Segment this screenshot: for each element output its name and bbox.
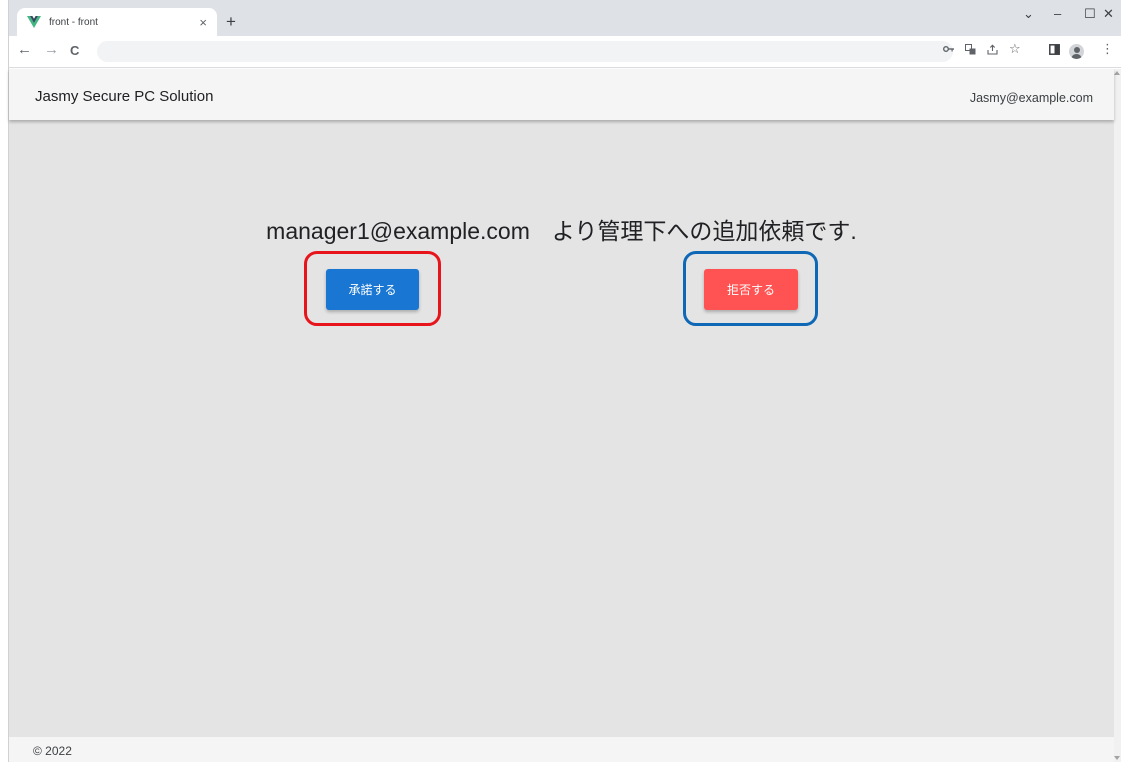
main-content: manager1@example.com より管理下への追加依頼です. 承諾する …	[9, 120, 1114, 737]
back-button[interactable]: ←	[17, 41, 32, 58]
request-text: より管理下への追加依頼です.	[551, 218, 857, 244]
window-frame	[0, 0, 9, 762]
accept-button[interactable]: 承諾する	[326, 269, 419, 310]
forward-button[interactable]: →	[44, 41, 59, 58]
browser-toolbar: ← → C ☆ ⋮	[9, 36, 1121, 68]
scroll-down-arrow-icon[interactable]	[1114, 756, 1120, 760]
browser-tab-strip: front - front × + ⌄ – ☐ ✕	[9, 0, 1121, 36]
scroll-up-arrow-icon[interactable]	[1114, 71, 1120, 75]
profile-icon[interactable]	[1069, 44, 1084, 59]
star-icon[interactable]: ☆	[1009, 41, 1021, 57]
tab-title: front - front	[49, 16, 98, 28]
reject-button[interactable]: 拒否する	[704, 269, 798, 310]
new-tab-button[interactable]: +	[226, 12, 236, 32]
scrollbar[interactable]	[1114, 69, 1121, 762]
request-message: manager1@example.com より管理下への追加依頼です.	[9, 212, 1114, 246]
side-panel-icon[interactable]	[1049, 44, 1060, 58]
copyright-text: © 2022	[33, 744, 72, 758]
minimize-button[interactable]: –	[1054, 6, 1061, 21]
app-header: Jasmy Secure PC Solution Jasmy@example.c…	[9, 69, 1114, 120]
requester-email: manager1@example.com	[266, 218, 530, 244]
tab-search-chevron-icon[interactable]: ⌄	[1023, 6, 1034, 22]
user-email: Jasmy@example.com	[969, 91, 1093, 105]
app-footer: © 2022	[9, 737, 1114, 762]
translate-icon[interactable]	[965, 44, 976, 58]
close-window-button[interactable]: ✕	[1103, 6, 1114, 22]
reload-button[interactable]: C	[70, 43, 79, 58]
menu-icon[interactable]: ⋮	[1101, 41, 1114, 57]
share-icon[interactable]	[987, 44, 998, 58]
key-icon[interactable]	[943, 44, 954, 56]
maximize-button[interactable]: ☐	[1084, 6, 1096, 22]
address-bar[interactable]	[97, 41, 953, 62]
vue-logo-icon	[27, 16, 41, 28]
app-title: Jasmy Secure PC Solution	[35, 88, 214, 105]
tab-close-icon[interactable]: ×	[199, 15, 207, 30]
browser-tab[interactable]: front - front ×	[17, 8, 217, 36]
